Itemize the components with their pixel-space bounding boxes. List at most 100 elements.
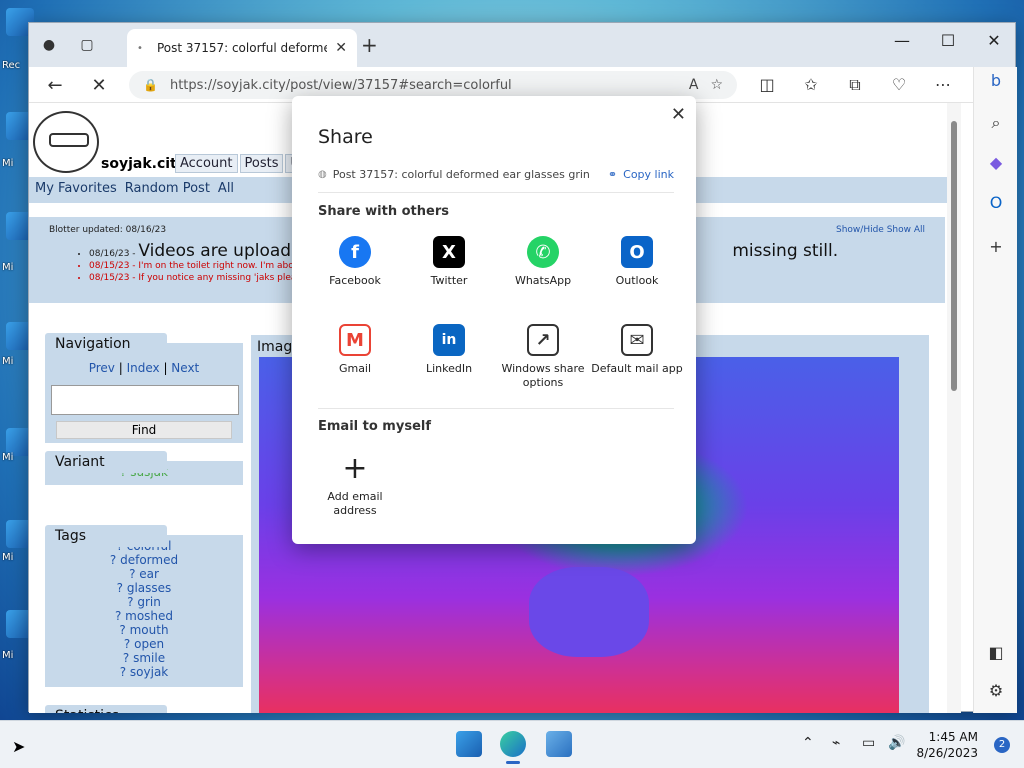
tag-link[interactable]: ? grin <box>127 595 161 609</box>
active-app-indicator <box>506 761 520 764</box>
more-menu-icon[interactable]: ⋯ <box>931 75 955 94</box>
favorites-icon[interactable]: ✩ <box>799 75 823 94</box>
search-icon[interactable]: ⌕ <box>986 113 1006 133</box>
stop-loading-icon[interactable]: ✕ <box>87 73 111 97</box>
new-tab-icon[interactable]: + <box>361 33 378 57</box>
email-to-myself-heading: Email to myself <box>318 419 431 434</box>
blotter-show-hide-link[interactable]: Show/Hide Show All <box>836 225 925 235</box>
share-gmail-button[interactable]: M Gmail <box>308 324 402 376</box>
share-post-text: Post 37157: colorful deformed ear glasse… <box>332 168 590 181</box>
share-facebook-button[interactable]: f Facebook <box>308 236 402 288</box>
tag-link[interactable]: ? deformed <box>110 553 178 567</box>
share-windows-options-button[interactable]: ↗ Windows share options <box>496 324 590 390</box>
favorite-star-icon[interactable]: ☆ <box>710 77 723 93</box>
plus-icon: + <box>339 451 371 486</box>
tab-actions-icon[interactable]: ▢ <box>77 35 97 55</box>
active-tab[interactable]: • Post 37157: colorful deformed ear ✕ <box>127 29 357 67</box>
share-outlook-button[interactable]: O Outlook <box>590 236 684 288</box>
add-email-address-button[interactable]: + Add email address <box>308 451 402 518</box>
navigation-header: Navigation <box>45 333 167 355</box>
post-favicon-icon: ◍ <box>318 169 327 180</box>
share-twitter-button[interactable]: X Twitter <box>402 236 496 288</box>
navigation-box: Navigation Prev | Index | Next Find <box>45 333 243 443</box>
mail-icon: ✉ <box>621 324 653 356</box>
tags-box: Tags ? colorful ? deformed ? ear ? glass… <box>45 525 243 687</box>
sidebar-toggle-icon[interactable]: ◧ <box>986 643 1006 663</box>
volume-icon[interactable]: 🔊 <box>888 735 905 751</box>
next-link[interactable]: Next <box>171 361 199 375</box>
nav-posts-link[interactable]: Posts <box>239 154 284 173</box>
url-text: https://soyjak.city/post/view/37157#sear… <box>169 77 512 93</box>
read-aloud-icon[interactable]: A <box>689 77 699 93</box>
prev-link[interactable]: Prev <box>89 361 115 375</box>
taskbar: ➤ ⌃ ⌁ ▭ 🔊 1:45 AM 8/26/2023 2 <box>0 720 1024 768</box>
clock-date: 8/26/2023 <box>916 746 978 760</box>
tag-link[interactable]: ? soyjak <box>120 665 169 679</box>
share-dialog: ✕ Share ◍ Post 37157: colorful deformed … <box>292 96 696 544</box>
edge-taskbar-icon[interactable] <box>500 731 526 757</box>
close-icon[interactable]: ✕ <box>671 104 686 125</box>
network-icon[interactable]: ⌁ <box>832 735 840 751</box>
link-icon[interactable]: ⚭ <box>608 168 617 181</box>
maximize-icon[interactable]: ☐ <box>925 31 971 50</box>
share-linkedin-button[interactable]: in LinkedIn <box>402 324 496 376</box>
nav-account-link[interactable]: Account <box>175 154 238 173</box>
share-post-row: ◍ Post 37157: colorful deformed ear glas… <box>318 168 674 181</box>
url-field[interactable]: 🔒 https://soyjak.city/post/view/37157#se… <box>129 71 737 99</box>
lock-icon[interactable]: 🔒 <box>143 78 158 92</box>
add-icon[interactable]: + <box>986 237 1006 257</box>
share-whatsapp-button[interactable]: ✆ WhatsApp <box>496 236 590 288</box>
system-clock[interactable]: 1:45 AM 8/26/2023 <box>916 729 978 761</box>
tag-link[interactable]: ? glasses <box>117 581 172 595</box>
image-face-shape <box>529 567 649 657</box>
display-icon[interactable]: ▭ <box>862 735 875 751</box>
favicon-icon: • <box>137 42 143 54</box>
tab-title: Post 37157: colorful deformed ear <box>157 41 328 55</box>
profile-icon[interactable]: ● <box>39 35 59 55</box>
my-favorites-link[interactable]: My Favorites <box>35 181 117 199</box>
collections-icon[interactable]: ⧉ <box>843 75 867 95</box>
share-default-mail-button[interactable]: ✉ Default mail app <box>590 324 684 376</box>
bing-icon[interactable]: b <box>986 71 1006 91</box>
mouse-cursor-icon: ➤ <box>12 737 26 756</box>
close-window-icon[interactable]: ✕ <box>971 31 1017 50</box>
split-screen-icon[interactable]: ◫ <box>755 75 779 94</box>
search-input[interactable] <box>51 385 239 415</box>
divider <box>318 408 674 409</box>
scrollbar-thumb[interactable] <box>951 121 957 391</box>
tag-link[interactable]: ? open <box>124 637 164 651</box>
browser-essentials-icon[interactable]: ♡ <box>887 75 911 94</box>
variant-header: Variant <box>45 451 167 473</box>
tags-header: Tags <box>45 525 167 547</box>
find-button[interactable]: Find <box>56 421 232 439</box>
blotter-updated: Blotter updated: 08/16/23 <box>49 225 167 235</box>
tag-link[interactable]: ? ear <box>129 567 159 581</box>
page-scrollbar[interactable] <box>947 103 961 713</box>
back-icon[interactable]: ← <box>43 73 67 97</box>
copy-link-button[interactable]: Copy link <box>623 168 674 181</box>
share-title: Share <box>318 126 373 148</box>
minimize-icon[interactable]: — <box>879 31 925 50</box>
all-link[interactable]: All <box>218 181 234 199</box>
divider <box>318 192 674 193</box>
notification-badge[interactable]: 2 <box>994 737 1010 753</box>
whatsapp-icon: ✆ <box>527 236 559 268</box>
notepad-icon[interactable] <box>546 731 572 757</box>
statistics-header: Statistics <box>45 705 167 713</box>
settings-gear-icon[interactable]: ⚙ <box>986 681 1006 701</box>
chevron-up-icon[interactable]: ⌃ <box>802 735 814 751</box>
tag-link[interactable]: ? mouth <box>119 623 168 637</box>
copilot-icon[interactable]: ◆ <box>986 153 1006 173</box>
index-link[interactable]: Index <box>127 361 160 375</box>
random-post-link[interactable]: Random Post <box>125 181 210 199</box>
tag-link[interactable]: ? smile <box>123 651 165 665</box>
site-name[interactable]: soyjak.city <box>101 156 186 172</box>
outlook-sidebar-icon[interactable]: O <box>986 193 1006 213</box>
start-icon[interactable] <box>456 731 482 757</box>
tag-link[interactable]: ? moshed <box>115 609 173 623</box>
clock-time: 1:45 AM <box>928 730 978 744</box>
tab-bar: ● ▢ • Post 37157: colorful deformed ear … <box>29 23 1015 67</box>
site-logo[interactable] <box>33 111 99 173</box>
edge-sidebar: b ⌕ ◆ O + ◧ ⚙ <box>973 67 1017 713</box>
close-tab-icon[interactable]: ✕ <box>335 40 347 56</box>
